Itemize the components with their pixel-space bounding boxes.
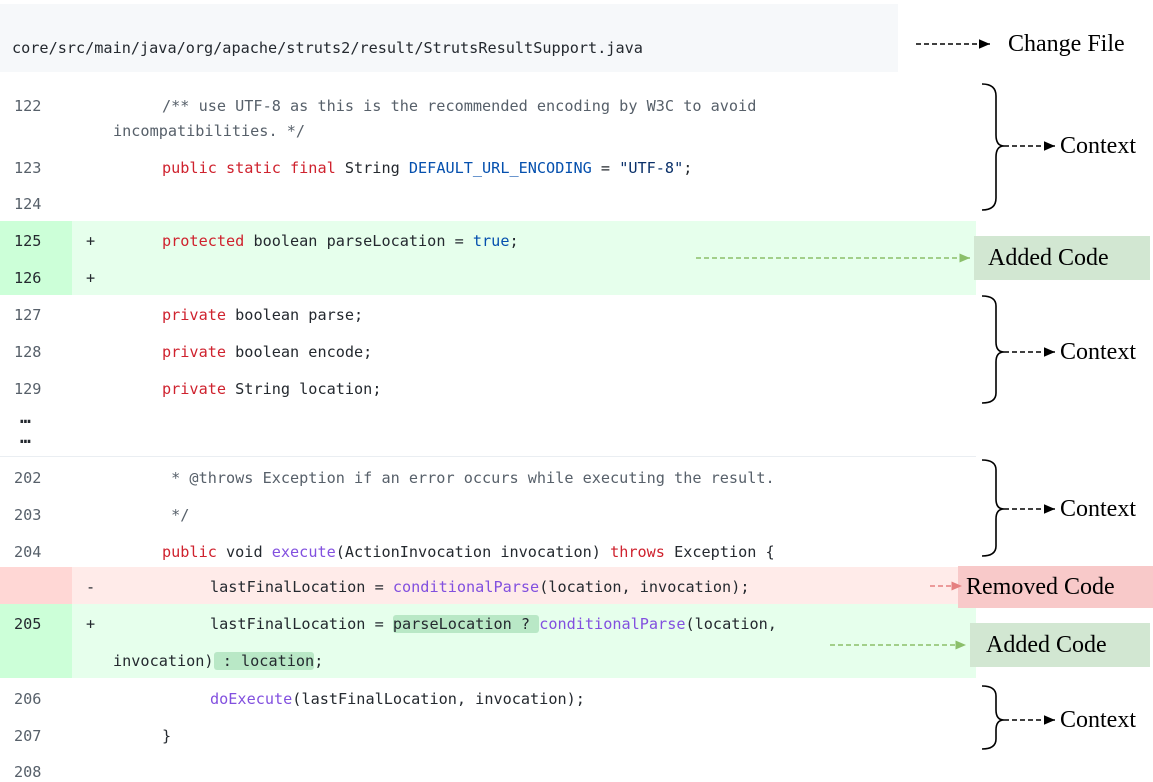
added-code-label: Added Code — [988, 245, 1109, 271]
brace — [981, 295, 1005, 404]
brace — [981, 83, 1005, 211]
brace — [981, 685, 1005, 750]
context-label: Context — [1060, 707, 1136, 733]
annotation-arrows — [696, 39, 1055, 750]
brace — [981, 459, 1005, 557]
context-label: Context — [1060, 496, 1136, 522]
added-code-label: Added Code — [986, 632, 1107, 658]
context-label: Context — [1060, 339, 1136, 365]
change-file-label: Change File — [1008, 31, 1125, 57]
context-label: Context — [1060, 133, 1136, 159]
removed-code-label: Removed Code — [966, 574, 1115, 600]
